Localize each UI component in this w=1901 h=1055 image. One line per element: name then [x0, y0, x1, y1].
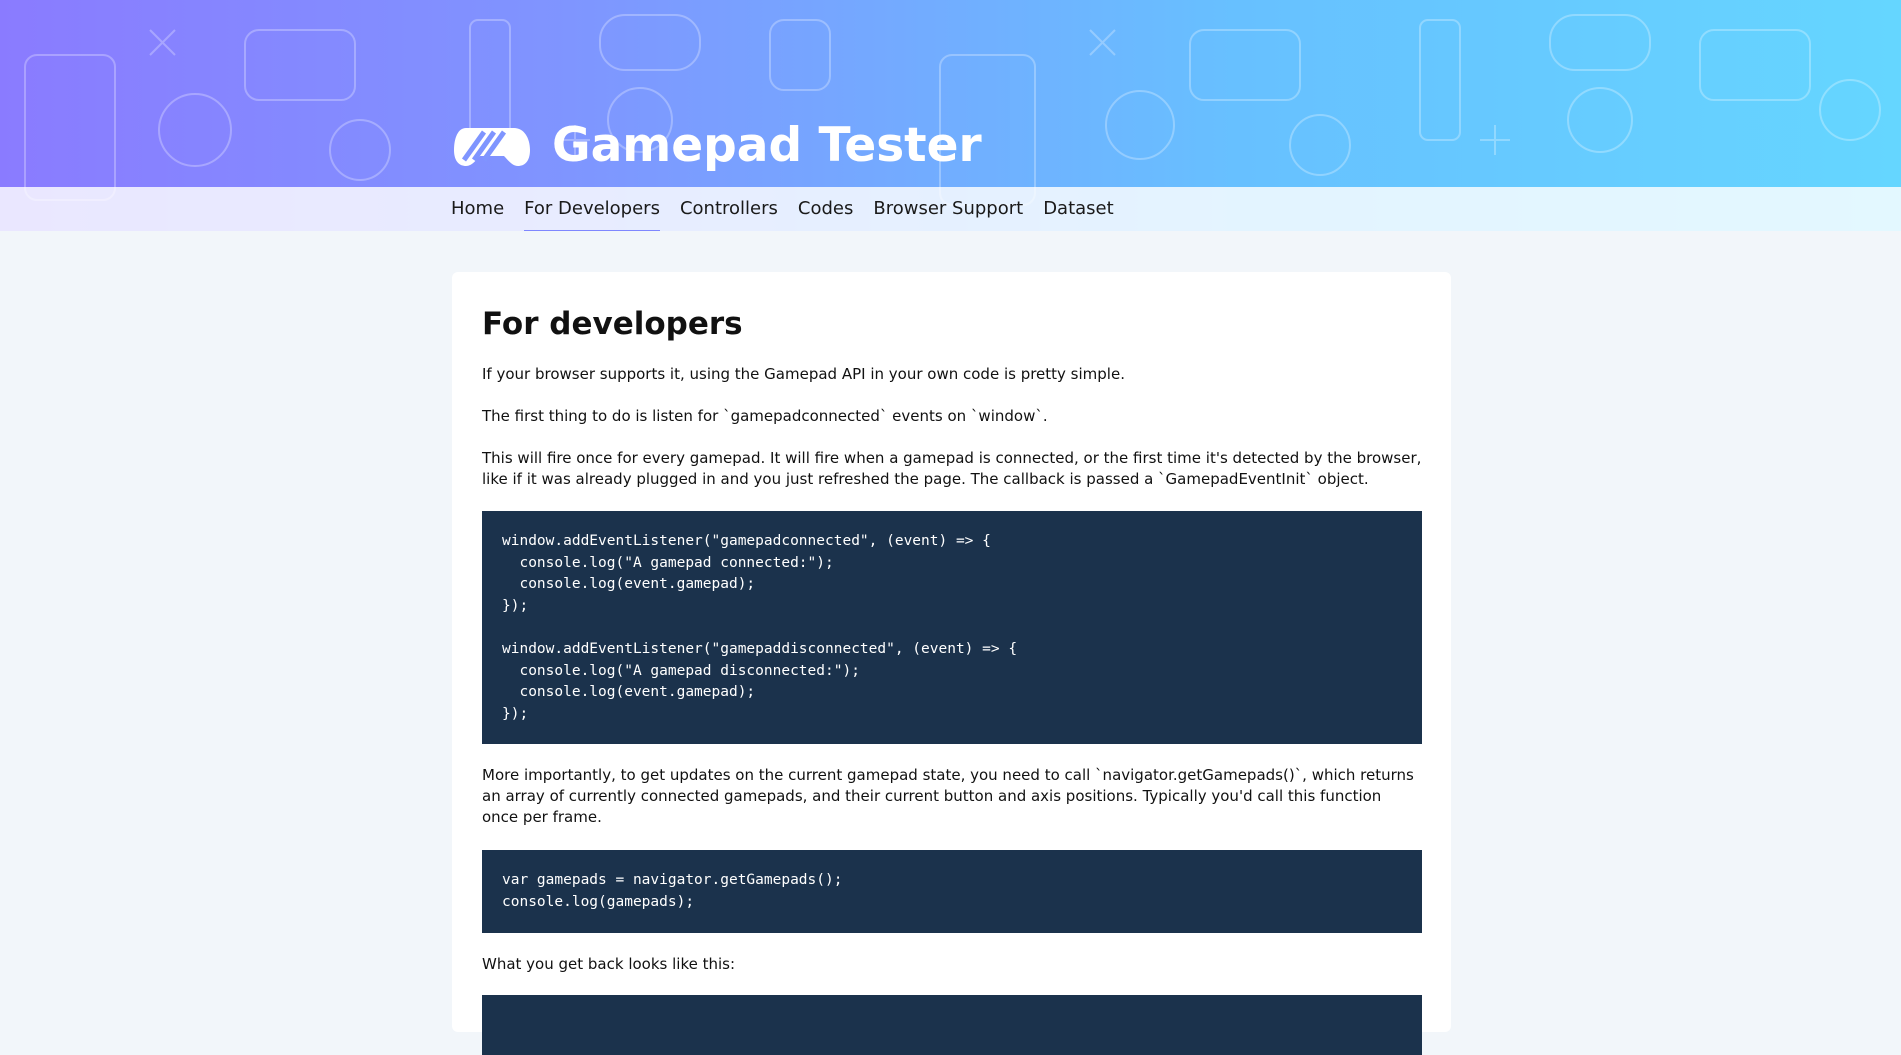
nav-browser-support[interactable]: Browser Support: [873, 187, 1023, 231]
site-title: Gamepad Tester: [552, 118, 982, 173]
nav-for-developers[interactable]: For Developers: [524, 187, 660, 231]
code-block-event-listeners: window.addEventListener("gamepadconnecte…: [482, 511, 1422, 744]
paragraph-connected-event: The first thing to do is listen for `gam…: [482, 407, 1048, 425]
code-block-output: [482, 995, 1422, 1055]
page-title: For developers: [482, 306, 743, 342]
intro-paragraph: If your browser supports it, using the G…: [482, 365, 1125, 383]
nav-controllers[interactable]: Controllers: [680, 187, 778, 231]
paragraph-get-gamepads: More importantly, to get updates on the …: [482, 766, 1414, 826]
main-nav: Home For Developers Controllers Codes Br…: [0, 187, 1901, 231]
site-header: Gamepad Tester Home For Developers Contr…: [0, 0, 1901, 231]
code-block-get-gamepads: var gamepads = navigator.getGamepads(); …: [482, 850, 1422, 933]
content-card: For developers If your browser supports …: [452, 272, 1451, 1055]
nav-codes[interactable]: Codes: [798, 187, 853, 231]
nav-home[interactable]: Home: [451, 187, 504, 231]
paragraph-event-details: This will fire once for every gamepad. I…: [482, 449, 1422, 488]
gamepad-logo-icon: [454, 128, 530, 166]
brand[interactable]: Gamepad Tester: [452, 116, 982, 176]
nav-dataset[interactable]: Dataset: [1043, 187, 1114, 231]
paragraph-output-intro: What you get back looks like this:: [482, 955, 736, 973]
